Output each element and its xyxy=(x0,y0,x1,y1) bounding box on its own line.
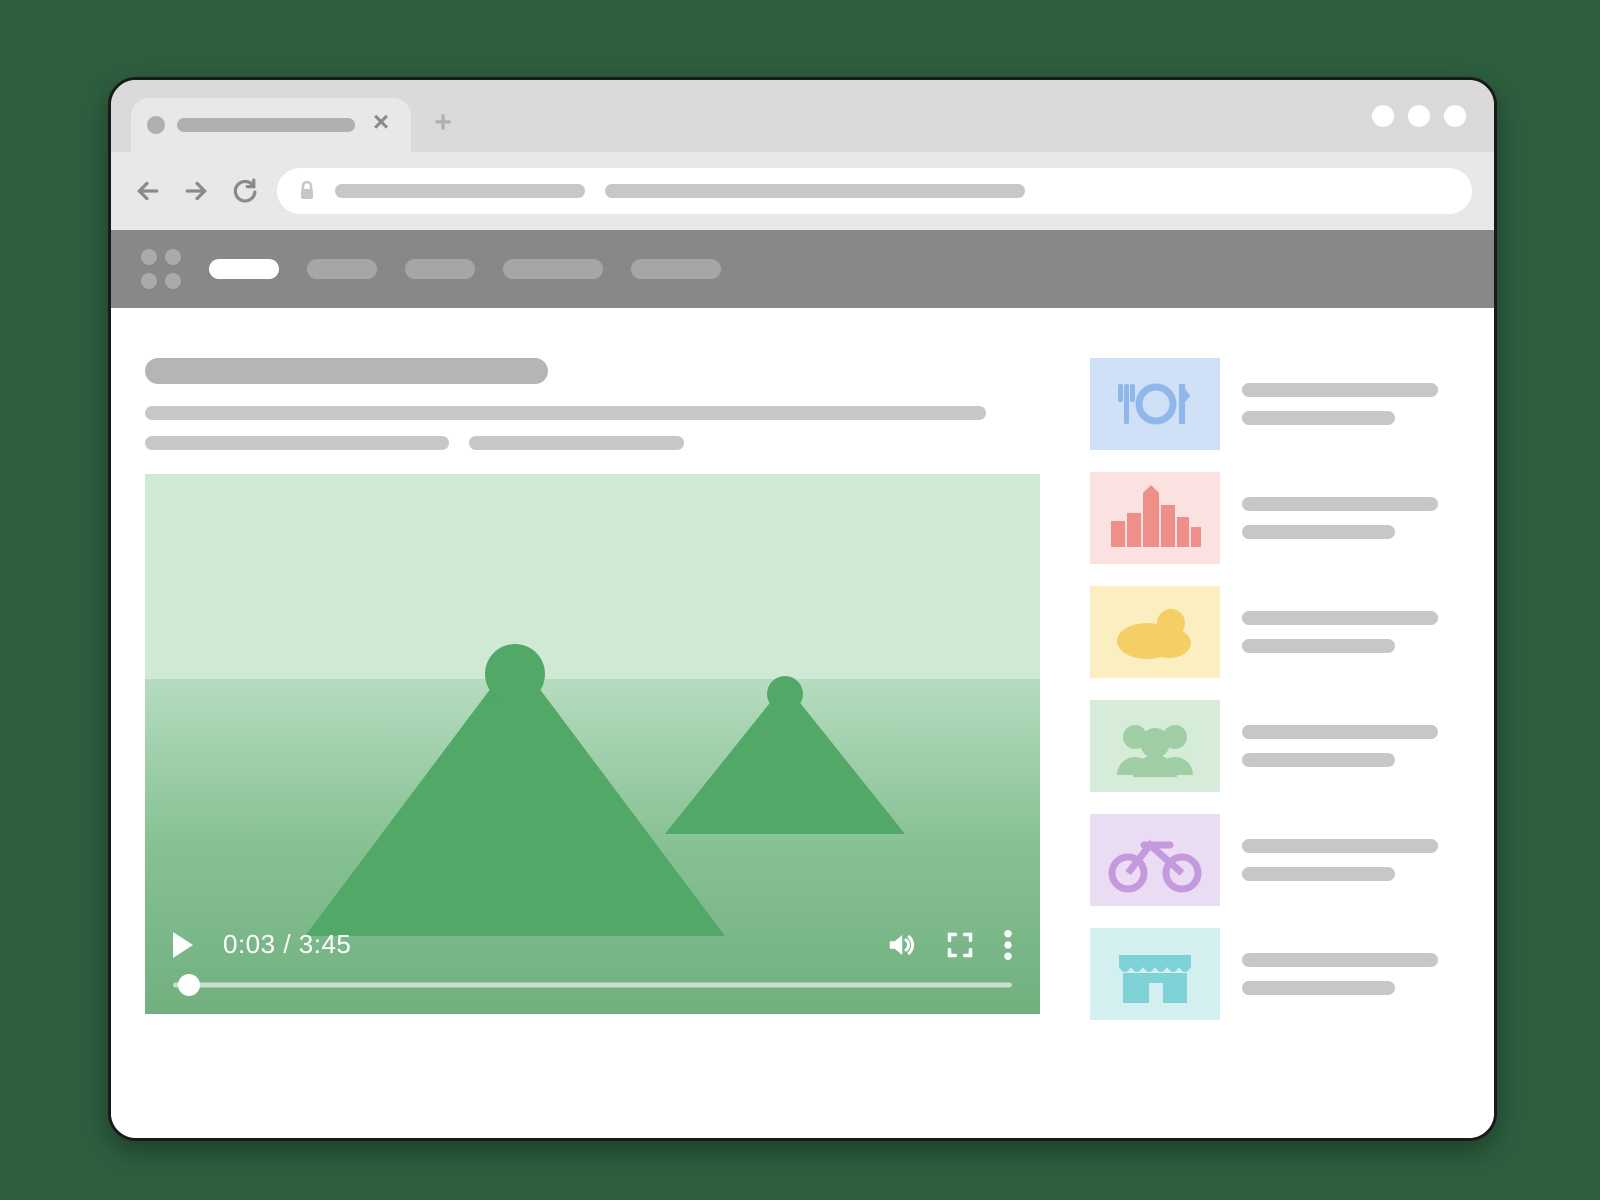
video-player[interactable]: 0:03 / 3:45 xyxy=(145,474,1040,1014)
sidebar-item-text xyxy=(1242,611,1460,653)
browser-toolbar xyxy=(111,152,1494,230)
text-line xyxy=(145,406,986,420)
sidebar xyxy=(1090,358,1460,1138)
arrow-right-icon xyxy=(183,178,209,204)
site-logo[interactable] xyxy=(141,249,181,289)
page-title-placeholder xyxy=(145,358,548,384)
tab-title-placeholder xyxy=(177,118,355,132)
video-time: 0:03 / 3:45 xyxy=(223,929,351,960)
sidebar-item[interactable] xyxy=(1090,700,1460,792)
more-options-button[interactable] xyxy=(1004,930,1012,960)
sidebar-item-text xyxy=(1242,953,1460,995)
sidebar-item[interactable] xyxy=(1090,472,1460,564)
progress-knob[interactable] xyxy=(178,974,200,996)
sidebar-item[interactable] xyxy=(1090,586,1460,678)
storefront-icon xyxy=(1090,928,1220,1020)
nav-item[interactable] xyxy=(307,259,377,279)
browser-window: × + xyxy=(108,77,1497,1141)
play-button[interactable] xyxy=(173,932,193,958)
nav-item[interactable] xyxy=(631,259,721,279)
more-vertical-icon xyxy=(1004,930,1012,960)
address-bar[interactable] xyxy=(277,168,1472,214)
people-icon xyxy=(1090,700,1220,792)
url-segment xyxy=(335,184,585,198)
fullscreen-icon xyxy=(946,931,974,959)
forward-button[interactable] xyxy=(181,176,211,206)
window-control-dot[interactable] xyxy=(1408,105,1430,127)
video-controls: 0:03 / 3:45 xyxy=(145,929,1040,1014)
browser-tab[interactable]: × xyxy=(131,98,411,152)
fullscreen-button[interactable] xyxy=(946,931,974,959)
bicycle-icon xyxy=(1090,814,1220,906)
nav-item[interactable] xyxy=(405,259,475,279)
back-button[interactable] xyxy=(133,176,163,206)
sidebar-item[interactable] xyxy=(1090,358,1460,450)
main-column: 0:03 / 3:45 xyxy=(145,358,1040,1138)
url-segment xyxy=(605,184,1025,198)
sidebar-item-text xyxy=(1242,725,1460,767)
sidebar-item[interactable] xyxy=(1090,928,1460,1020)
sidebar-item-text xyxy=(1242,497,1460,539)
tab-strip: × + xyxy=(111,80,1494,152)
close-tab-button[interactable]: × xyxy=(367,111,395,139)
weather-icon xyxy=(1090,586,1220,678)
new-tab-button[interactable]: + xyxy=(429,110,457,138)
sidebar-item[interactable] xyxy=(1090,814,1460,906)
reload-icon xyxy=(231,178,257,204)
arrow-left-icon xyxy=(135,178,161,204)
tab-favicon xyxy=(147,116,165,134)
window-control-dot[interactable] xyxy=(1444,105,1466,127)
city-icon xyxy=(1090,472,1220,564)
window-controls xyxy=(1372,105,1466,127)
progress-track xyxy=(173,983,1012,988)
volume-button[interactable] xyxy=(886,930,916,960)
window-control-dot[interactable] xyxy=(1372,105,1394,127)
hill-icon xyxy=(305,656,725,936)
site-header xyxy=(111,230,1494,308)
dining-icon xyxy=(1090,358,1220,450)
sidebar-item-text xyxy=(1242,839,1460,881)
sidebar-item-text xyxy=(1242,383,1460,425)
volume-icon xyxy=(886,930,916,960)
page-content: 0:03 / 3:45 xyxy=(111,308,1494,1138)
nav-item[interactable] xyxy=(503,259,603,279)
text-line-row xyxy=(145,436,1040,450)
reload-button[interactable] xyxy=(229,176,259,206)
video-progress[interactable] xyxy=(173,978,1012,992)
nav-item-active[interactable] xyxy=(209,259,279,279)
lock-icon xyxy=(299,181,315,201)
